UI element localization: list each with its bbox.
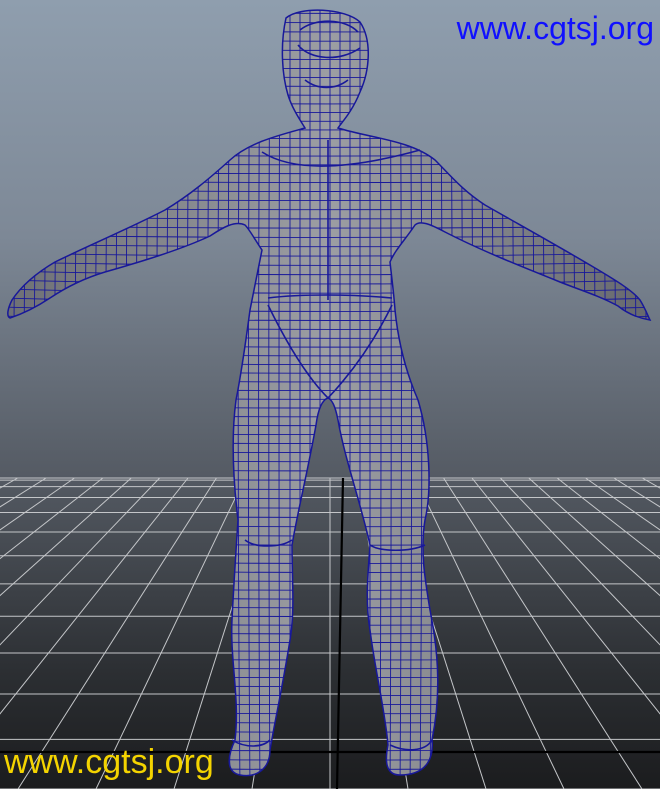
wire-edge-ring xyxy=(43,10,51,776)
wire-edge-ring xyxy=(84,10,91,776)
wire-edge-ring xyxy=(186,10,191,776)
wire-edge-ring xyxy=(135,10,141,776)
wire-edge-ring xyxy=(529,10,535,776)
wire-edge-loop xyxy=(7,441,651,444)
wire-edge-ring xyxy=(649,10,651,776)
wire-edge-ring xyxy=(489,10,494,776)
watermark-bottom-left: www.cgtsj.org xyxy=(4,743,214,781)
wire-edge-loop xyxy=(7,405,651,409)
wire-edge-ring xyxy=(217,10,221,776)
wire-edge-loop xyxy=(7,423,651,427)
wire-edge-ring xyxy=(579,10,586,776)
wire-edge-loop xyxy=(7,450,651,454)
wire-edge-ring xyxy=(479,10,484,776)
wire-edge-ring xyxy=(469,10,474,776)
wire-edge-ring xyxy=(549,10,555,776)
wire-edge-ring xyxy=(115,10,121,776)
grid-line-vertical xyxy=(414,477,565,789)
wire-edge-ring xyxy=(559,10,566,776)
wire-edge-ring xyxy=(439,10,443,776)
wire-edge-ring xyxy=(7,10,11,776)
wire-edge-ring xyxy=(539,10,545,776)
grid-line-vertical xyxy=(642,477,660,489)
wire-edge-ring xyxy=(459,10,464,776)
wire-edge-ring xyxy=(74,10,81,776)
wire-edge-ring xyxy=(13,10,21,776)
wire-edge-ring xyxy=(629,10,637,776)
wire-edge-ring xyxy=(105,10,111,776)
wire-edge-loop xyxy=(7,459,651,463)
wire-edge-ring xyxy=(519,10,525,776)
3d-viewport[interactable]: www.cgtsj.org www.cgtsj.org xyxy=(0,0,660,789)
wire-edge-ring xyxy=(196,10,201,776)
wire-edge-ring xyxy=(166,10,171,776)
grid-line-vertical xyxy=(471,477,660,715)
grid-line-vertical xyxy=(443,477,643,789)
wire-edge-ring xyxy=(599,10,606,776)
wire-edge-ring xyxy=(207,10,211,776)
wire-edge-ring xyxy=(176,10,181,776)
grid-line-vertical xyxy=(556,477,660,560)
wire-edge-ring xyxy=(509,10,515,776)
character-body-surface xyxy=(7,9,652,777)
wire-edge-ring xyxy=(54,10,61,776)
wire-edge-ring xyxy=(125,10,131,776)
wire-edge-ring xyxy=(227,10,231,776)
wire-edge-ring xyxy=(609,10,617,776)
wire-edge-ring xyxy=(145,10,151,776)
watermark-top-right: www.cgtsj.org xyxy=(456,10,654,46)
wire-edge-loop xyxy=(7,468,651,472)
axis-line-z xyxy=(335,477,345,789)
wire-edge-ring xyxy=(449,10,453,776)
wire-edge-ring xyxy=(23,10,31,776)
wire-edge-loop xyxy=(7,432,651,435)
wire-edge-ring xyxy=(589,10,596,776)
grid-line-vertical xyxy=(528,477,660,597)
wire-edge-ring xyxy=(569,10,576,776)
wire-edge-ring xyxy=(94,10,101,776)
wire-edge-ring xyxy=(619,10,627,776)
wire-edge-ring xyxy=(639,10,647,776)
wire-edge-ring xyxy=(156,10,161,776)
wire-edge-loop xyxy=(7,414,651,418)
wire-edge-ring xyxy=(499,10,504,776)
viewport-scene xyxy=(0,9,660,789)
wire-edge-ring xyxy=(64,10,71,776)
wire-edge-ring xyxy=(33,10,41,776)
